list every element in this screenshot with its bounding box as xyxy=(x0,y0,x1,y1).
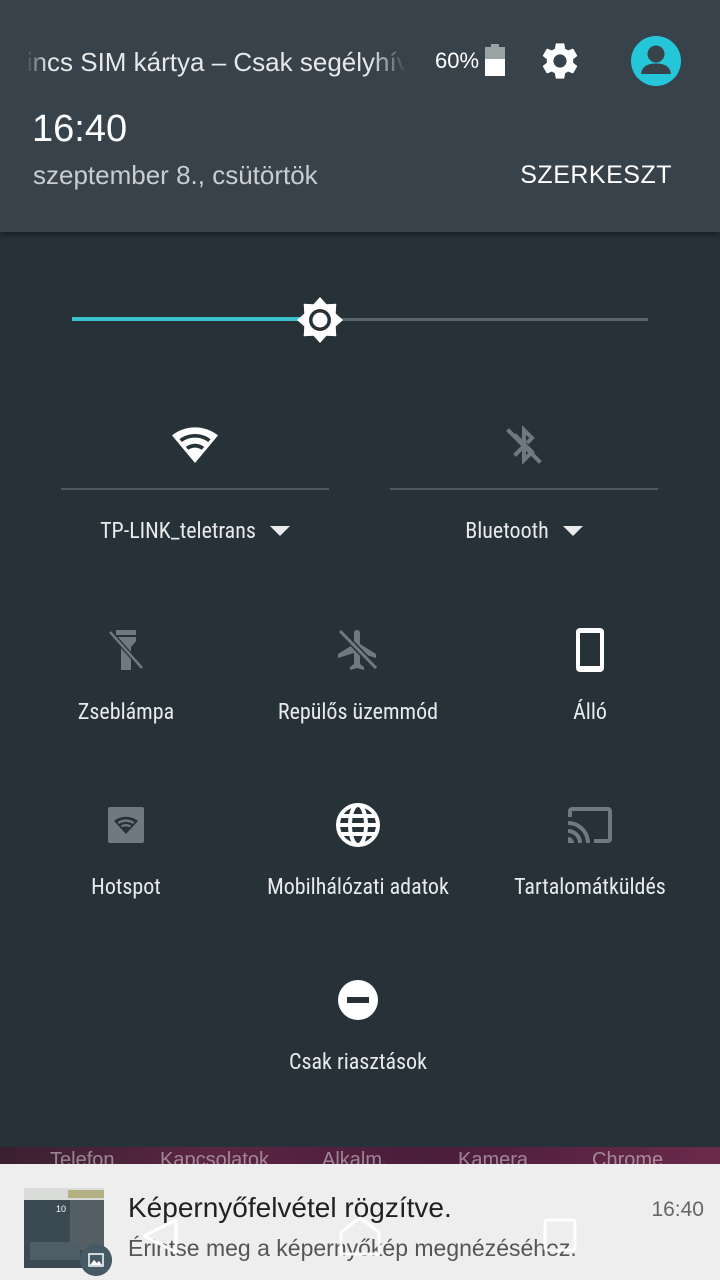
tile-label: Repülős üzemmód xyxy=(277,700,439,725)
tile-label: Hotspot xyxy=(91,875,161,900)
image-badge-icon xyxy=(80,1244,112,1276)
tile-airplane-mode[interactable]: Repülős üzemmód xyxy=(242,626,474,766)
bluetooth-tile[interactable]: Bluetooth xyxy=(390,405,658,565)
brightness-track-fill xyxy=(72,317,320,321)
home-icon[interactable] xyxy=(332,1212,388,1260)
bluetooth-dropdown[interactable]: Bluetooth xyxy=(390,517,658,547)
battery-icon xyxy=(485,44,505,76)
tile-cast[interactable]: Tartalomátküldés xyxy=(474,801,706,941)
portrait-phone-icon[interactable] xyxy=(566,626,614,674)
back-icon[interactable] xyxy=(132,1212,188,1260)
user-avatar-icon[interactable] xyxy=(630,35,682,87)
cast-icon[interactable] xyxy=(566,801,614,849)
date-text[interactable]: szeptember 8., csütörtök xyxy=(33,158,318,192)
quick-settings-header: Nincs SIM kártya – Csak segélyhívás 60% … xyxy=(0,0,720,232)
do-not-disturb-icon[interactable] xyxy=(334,976,382,1024)
bluetooth-label: Bluetooth xyxy=(465,519,549,544)
tile-flashlight[interactable]: Zseblámpa xyxy=(10,626,242,766)
wifi-network-label: TP-LINK_teletrans xyxy=(100,519,256,544)
battery-percent: 60% xyxy=(435,48,480,73)
bluetooth-divider xyxy=(390,488,658,490)
clock-time[interactable]: 16:40 xyxy=(32,106,127,152)
wifi-divider xyxy=(61,488,329,490)
tile-hotspot[interactable]: Hotspot xyxy=(10,801,242,941)
brightness-icon[interactable] xyxy=(294,294,346,346)
tile-mobile-data[interactable]: Mobilhálózati adatok xyxy=(242,801,474,941)
globe-icon[interactable] xyxy=(334,801,382,849)
wifi-tile[interactable]: TP-LINK_teletrans xyxy=(61,405,329,565)
tile-label: Mobilhálózati adatok xyxy=(267,875,449,900)
chevron-down-icon xyxy=(562,525,583,536)
bluetooth-disabled-icon[interactable] xyxy=(500,421,548,469)
notification-time: 16:40 xyxy=(651,1198,704,1221)
tile-label: Zseblámpa xyxy=(77,700,175,725)
edit-button[interactable]: SZERKESZT xyxy=(520,158,672,192)
settings-gear-icon[interactable] xyxy=(538,39,582,83)
hotspot-icon[interactable] xyxy=(102,801,150,849)
tile-label: Csak riasztások xyxy=(288,1050,428,1075)
chevron-down-icon xyxy=(269,525,290,536)
tile-label: Álló xyxy=(573,700,607,725)
recent-apps-icon[interactable] xyxy=(532,1212,588,1260)
tile-label: Tartalomátküldés xyxy=(514,875,666,900)
airplane-off-icon[interactable] xyxy=(334,626,382,674)
wifi-icon[interactable] xyxy=(171,421,219,469)
brightness-slider[interactable] xyxy=(72,297,648,343)
tile-portrait[interactable]: Álló xyxy=(474,626,706,766)
carrier-status-text: Nincs SIM kártya – Csak segélyhívás xyxy=(26,47,406,77)
wifi-network-dropdown[interactable]: TP-LINK_teletrans xyxy=(61,517,329,547)
tile-alarms-only[interactable]: Csak riasztások xyxy=(242,976,474,1116)
flashlight-off-icon[interactable] xyxy=(102,626,150,674)
